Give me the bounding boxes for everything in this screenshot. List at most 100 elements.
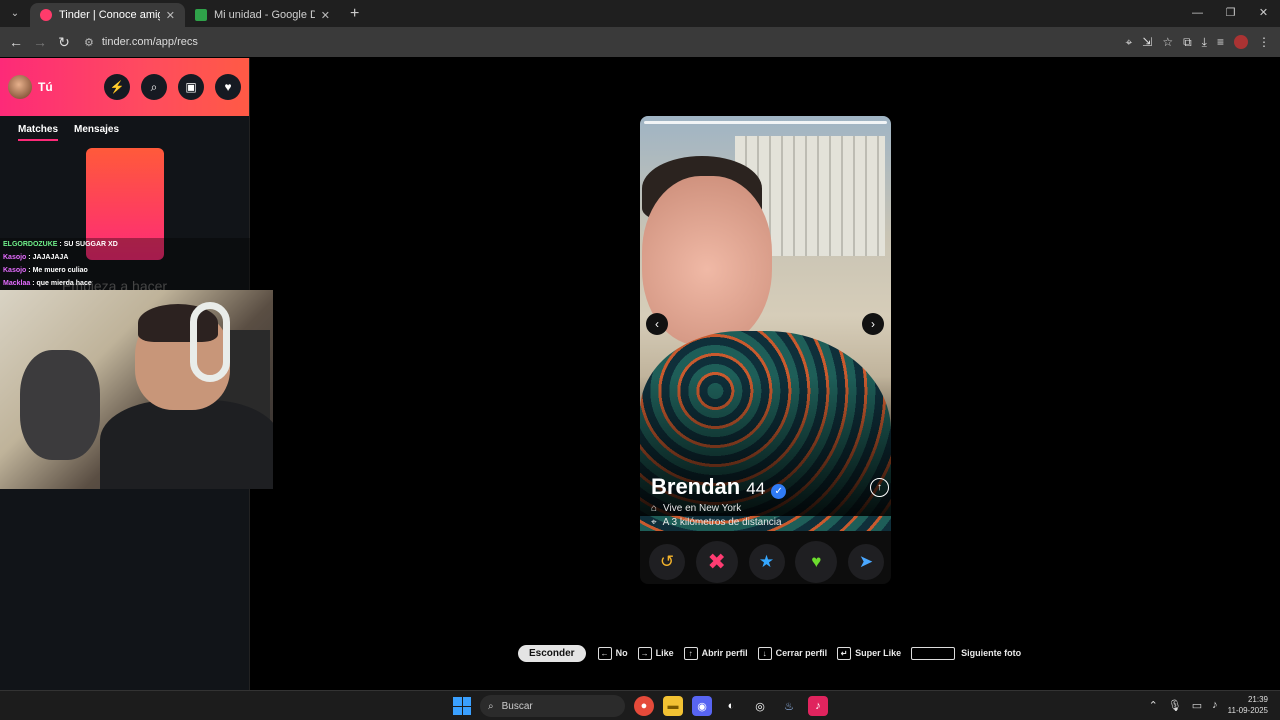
hint-label: Super Like [855, 648, 902, 658]
chat-text: Me muero culiao [32, 267, 88, 274]
action-buttons: ↺ ✖ ★ ♥ ➤ [649, 541, 884, 583]
chat-line: ELGORDOZUKE : SU SUGGAR XD [0, 238, 250, 251]
url-field[interactable]: ⚙ tinder.com/app/recs [84, 30, 1084, 54]
windows-taskbar: ⌕ Buscar ● ▬ ◉ ◐ ◎ ♨ ♪ ⌃ 🎙 ▭ ♪ 21:39 11-… [0, 690, 1280, 720]
volume-icon[interactable]: ♪ [1212, 699, 1218, 711]
clock-time: 21:39 [1247, 695, 1268, 704]
hint-label: Cerrar perfil [775, 648, 828, 658]
avatar[interactable] [8, 75, 32, 99]
verified-check-icon: ✓ [771, 484, 787, 499]
install-icon[interactable]: ⇲ [1142, 35, 1152, 49]
chat-user: ELGORDOZUKE [3, 241, 58, 248]
steam-icon[interactable]: ♨ [779, 696, 799, 716]
chevron-up-icon[interactable]: ⌃ [1149, 699, 1158, 712]
profile-photo[interactable] [640, 116, 891, 531]
nope-button[interactable]: ✖ [695, 541, 738, 583]
next-photo-button[interactable]: › [862, 313, 884, 335]
explore-icon[interactable]: ⌕ [141, 74, 167, 100]
keyboard-hints: Esconder ← No → Like ↑ Abrir perfil ↓ Cerrar… [518, 644, 1031, 662]
browser-toolbar-right: ⌖ ⇲ ☆ ⧉ ⤓ ≡ ⋮ [1126, 27, 1270, 57]
windows-start-icon[interactable] [453, 697, 471, 715]
lives-text: Vive en New York [663, 503, 742, 514]
briefcase-icon[interactable]: ▣ [178, 74, 204, 100]
taskbar-search[interactable]: ⌕ Buscar [480, 695, 625, 717]
chat-user: Kasojo [3, 267, 27, 274]
hint-label: No [615, 648, 628, 658]
super-like-button[interactable]: ★ [748, 544, 785, 580]
taskbar-apps: ⌕ Buscar ● ▬ ◉ ◐ ◎ ♨ ♪ [453, 695, 828, 717]
close-window-button[interactable]: ✕ [1247, 0, 1280, 27]
sidebar-icon-row: ⚡ ⌕ ▣ ♥ [104, 74, 241, 100]
browser-tabbar: ⌄ Tinder | Conoce amigos y gente ✕ Mi un… [0, 0, 1280, 27]
boost-bolt-icon[interactable]: ⚡ [104, 74, 130, 100]
hint-label: Abrir perfil [701, 648, 748, 658]
chat-line: Macklaa : que mierda hace [0, 277, 250, 290]
drive-favicon-icon [195, 9, 207, 21]
streamer-shirt [100, 400, 273, 489]
microphone-icon[interactable]: 🎙 [1168, 699, 1182, 712]
hint-open-profile: ↑ Abrir perfil [683, 646, 748, 660]
network-icon[interactable]: ▭ [1192, 699, 1202, 712]
close-icon[interactable]: ✕ [321, 9, 330, 22]
profile-card[interactable]: ‹ › Brendan 44 ✓ ↑ ⌂ Vive en New York ⌖ … [640, 116, 891, 584]
hint-no: ← No [597, 646, 628, 660]
media-icon[interactable]: ≡ [1217, 35, 1224, 49]
pin-icon: ⌖ [651, 517, 657, 528]
like-button[interactable]: ♥ [795, 541, 838, 583]
hint-close-profile: ↓ Cerrar perfil [757, 646, 828, 660]
download-icon[interactable]: ⤓ [1202, 35, 1207, 50]
location-icon[interactable]: ⌖ [1126, 35, 1133, 50]
right-arrow-key-icon: → [637, 646, 652, 660]
new-tab-button[interactable]: + [350, 5, 359, 23]
maximize-button[interactable]: ❐ [1214, 0, 1247, 27]
tab-google-drive[interactable]: Mi unidad - Google Drive ✕ [185, 3, 340, 27]
rewind-button[interactable]: ↺ [649, 544, 685, 580]
lives-row: ⌂ Vive en New York [651, 503, 886, 514]
hint-label: Like [655, 648, 674, 658]
obs-icon[interactable]: ◐ [721, 696, 741, 716]
left-arrow-key-icon: ← [597, 646, 612, 660]
clock[interactable]: 21:39 11-09-2025 [1228, 694, 1268, 716]
profile-label[interactable]: Tú [38, 80, 53, 94]
close-icon[interactable]: ✕ [166, 9, 175, 22]
tab-search-icon[interactable]: ⌄ [4, 2, 26, 24]
profile-avatar[interactable] [1234, 35, 1248, 49]
shield-icon[interactable]: ♥ [215, 74, 241, 100]
folder-icon[interactable]: ▬ [663, 696, 683, 716]
hint-like: → Like [637, 646, 674, 660]
tab-matches[interactable]: Matches [18, 124, 59, 141]
address-bar: ← → ↻ ⚙ tinder.com/app/recs ⌖ ⇲ ☆ ⧉ ⤓ ≡ … [0, 27, 1280, 57]
chat-line: Kasojo : Me muero culiao [0, 264, 250, 277]
reload-button[interactable]: ↻ [52, 34, 76, 51]
tab-title: Tinder | Conoce amigos y gente [59, 9, 160, 21]
profile-age: 44 [746, 479, 766, 498]
open-profile-arrow-icon[interactable]: ↑ [870, 478, 889, 497]
back-button[interactable]: ← [4, 34, 28, 50]
streamer-webcam [0, 290, 273, 489]
sidebar-header: Tú ⚡ ⌕ ▣ ♥ [0, 58, 249, 116]
system-tray: ⌃ 🎙 ▭ ♪ 21:39 11-09-2025 [1149, 694, 1268, 716]
hint-label: Siguiente foto [961, 648, 1022, 658]
bookmark-star-icon[interactable]: ☆ [1162, 35, 1173, 49]
previous-photo-button[interactable]: ‹ [646, 313, 668, 335]
chat-text: JAJAJAJA [32, 254, 69, 261]
site-info-icon[interactable]: ⚙ [84, 36, 94, 49]
hide-hints-button[interactable]: Esconder [518, 644, 586, 662]
forward-button[interactable]: → [28, 34, 52, 50]
menu-icon[interactable]: ⋮ [1258, 35, 1270, 49]
search-placeholder: Buscar [501, 700, 533, 712]
tab-messages[interactable]: Mensajes [74, 124, 119, 141]
chat-text: SU SUGGAR XD [63, 241, 118, 248]
capture-icon[interactable]: ◎ [750, 696, 770, 716]
hint-super-like: ↵ Super Like [837, 646, 902, 660]
tiktok-icon[interactable]: ♪ [808, 696, 828, 716]
home-icon: ⌂ [651, 503, 658, 514]
chrome-icon[interactable]: ● [634, 696, 654, 716]
photo-progress-bar [644, 121, 887, 124]
extensions-icon[interactable]: ⧉ [1183, 35, 1192, 50]
search-icon: ⌕ [488, 700, 494, 712]
send-boost-button[interactable]: ➤ [848, 544, 884, 580]
tab-tinder[interactable]: Tinder | Conoce amigos y gente ✕ [30, 3, 185, 27]
discord-icon[interactable]: ◉ [692, 696, 712, 716]
minimize-button[interactable]: — [1181, 0, 1214, 27]
